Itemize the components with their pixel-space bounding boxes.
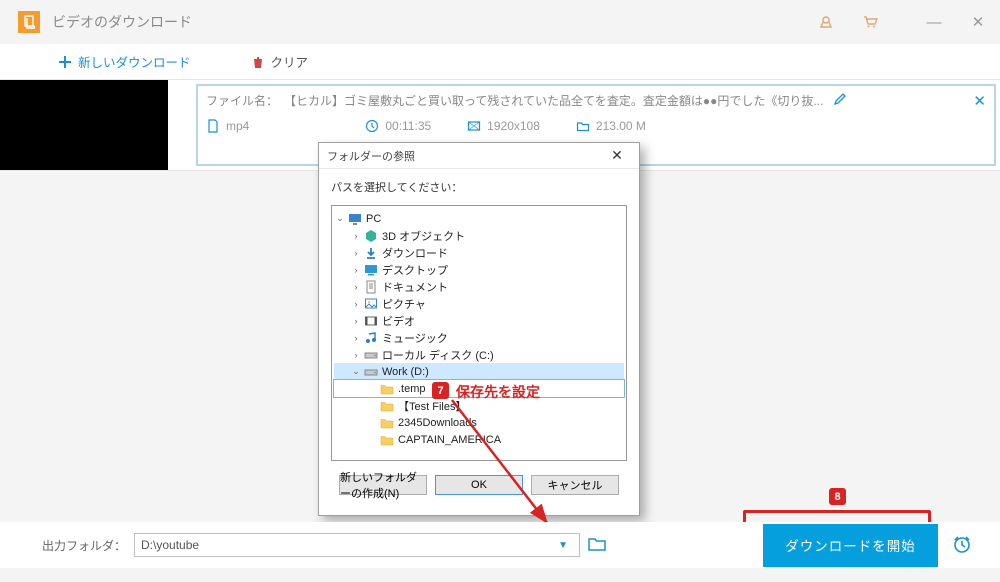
duration-value: 00:11:35 <box>365 119 431 133</box>
schedule-button[interactable] <box>952 534 972 557</box>
annotation-text-7: 保存先を設定 <box>456 382 540 402</box>
tree-item[interactable]: 2345Downloads <box>334 414 624 431</box>
tree-item[interactable]: ›ミュージック <box>334 329 624 346</box>
tree-item[interactable]: ›ダウンロード <box>334 244 624 261</box>
fld-icon <box>380 416 394 430</box>
video-thumbnail <box>0 80 196 170</box>
vid-icon <box>364 314 378 328</box>
dialog-close-button[interactable]: ✕ <box>599 143 635 168</box>
edit-icon[interactable] <box>833 93 846 109</box>
browse-folder-button[interactable] <box>588 536 606 554</box>
dropdown-icon[interactable]: ▼ <box>553 534 573 556</box>
annotation-badge-8: 8 <box>829 488 846 505</box>
folder-icon <box>576 119 590 133</box>
3d-icon <box>364 229 378 243</box>
app-logo <box>18 11 40 33</box>
minimize-button[interactable]: — <box>912 0 956 44</box>
resolution-value: 1920x108 <box>467 119 540 133</box>
format-value: mp4 <box>206 119 249 133</box>
fld-icon <box>380 382 394 396</box>
drv-icon <box>364 348 378 362</box>
pc-icon <box>348 212 362 226</box>
filesize-value: 213.00 M <box>576 119 646 133</box>
start-download-button[interactable]: ダウンロードを開始 <box>763 524 938 567</box>
vip-icon[interactable] <box>804 0 848 44</box>
output-folder-label: 出力フォルダ： <box>42 537 126 554</box>
pic-icon <box>364 297 378 311</box>
dialog-prompt: パスを選択してください： <box>331 179 627 195</box>
filename-label: ファイル名： <box>206 92 278 109</box>
fld-icon <box>380 433 394 447</box>
mus-icon <box>364 331 378 345</box>
desk-icon <box>364 263 378 277</box>
new-folder-button[interactable]: 新しいフォルダーの作成(N) <box>339 475 427 495</box>
trash-icon <box>251 55 265 69</box>
tree-item[interactable]: ⌄Work (D:) <box>334 363 624 380</box>
tree-item[interactable]: ›3D オブジェクト <box>334 227 624 244</box>
dialog-title: フォルダーの参照 <box>327 148 415 164</box>
tree-item[interactable]: CAPTAIN_AMERICA <box>334 431 624 448</box>
tree-item[interactable]: ⌄PC <box>334 210 624 227</box>
tree-item[interactable]: ›ビデオ <box>334 312 624 329</box>
plus-icon <box>58 55 72 69</box>
clock-icon <box>365 119 379 133</box>
annotation-badge-7: 7 <box>432 382 449 399</box>
doc-icon <box>364 280 378 294</box>
cancel-button[interactable]: キャンセル <box>531 475 619 495</box>
resolution-icon <box>467 119 481 133</box>
window-title: ビデオのダウンロード <box>52 12 192 32</box>
ok-button[interactable]: OK <box>435 475 523 495</box>
remove-item-button[interactable]: ✕ <box>973 92 986 110</box>
tree-item[interactable]: ›デスクトップ <box>334 261 624 278</box>
drv-icon <box>364 365 378 379</box>
close-button[interactable]: ✕ <box>956 0 1000 44</box>
output-folder-input[interactable]: D:\youtube ▼ <box>134 533 580 557</box>
tree-item[interactable]: ›ドキュメント <box>334 278 624 295</box>
cart-icon[interactable] <box>848 0 892 44</box>
fld-icon <box>380 399 394 413</box>
file-icon <box>206 119 220 133</box>
tree-item[interactable]: ›ピクチャ <box>334 295 624 312</box>
folder-tree[interactable]: ⌄PC›3D オブジェクト›ダウンロード›デスクトップ›ドキュメント›ピクチャ›… <box>331 205 627 461</box>
browse-folder-dialog: フォルダーの参照 ✕ パスを選択してください： ⌄PC›3D オブジェクト›ダウ… <box>318 142 640 516</box>
filename-value: 【ヒカル】ゴミ屋敷丸ごと買い取って残されていた品全てを査定。査定金額は●●円でし… <box>284 92 823 109</box>
tree-item[interactable]: ›ローカル ディスク (C:) <box>334 346 624 363</box>
clear-button[interactable]: クリア <box>251 52 309 71</box>
dl-icon <box>364 246 378 260</box>
new-download-button[interactable]: 新しいダウンロード <box>58 52 191 71</box>
